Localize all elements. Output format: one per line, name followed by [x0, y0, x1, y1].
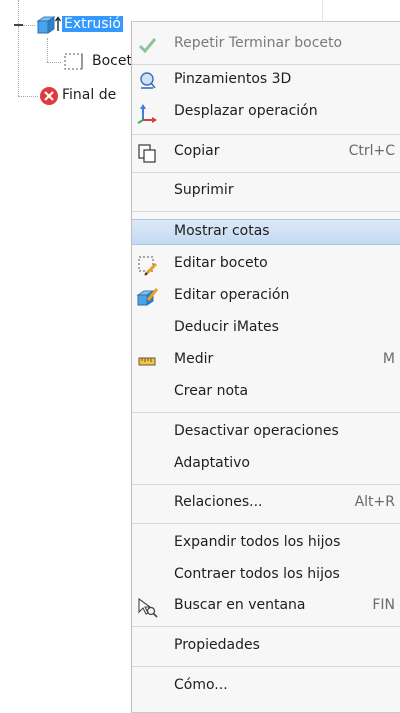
menu-item-how-to[interactable]: Cómo...	[132, 674, 400, 700]
context-menu: Repetir Terminar boceto Pinzamientos 3D …	[131, 21, 400, 713]
menu-item-create-note[interactable]: Crear nota	[132, 380, 400, 406]
checkmark-icon	[136, 34, 158, 56]
menu-item-measure[interactable]: Medir M	[132, 348, 400, 374]
tree-connector	[18, 96, 38, 97]
end-of-part-icon	[38, 85, 60, 107]
menu-item-edit-feature[interactable]: Editar operación	[132, 284, 400, 310]
menu-item-grips-3d[interactable]: Pinzamientos 3D	[132, 68, 400, 94]
edit-feature-icon	[136, 286, 159, 308]
sketch-icon	[62, 51, 86, 73]
menu-separator	[132, 484, 400, 485]
menu-item-properties[interactable]: Propiedades	[132, 634, 400, 660]
menu-item-move-feature[interactable]: Desplazar operación	[132, 100, 400, 126]
measure-icon	[136, 350, 158, 372]
menu-item-adaptive[interactable]: Adaptativo	[132, 452, 400, 478]
edit-sketch-icon	[136, 254, 158, 276]
menu-item-relations[interactable]: Relaciones... Alt+R	[132, 491, 400, 517]
menu-item-edit-sketch[interactable]: Editar boceto	[132, 252, 400, 278]
menu-item-show-dimensions[interactable]: Mostrar cotas	[132, 219, 400, 245]
tree-connector	[47, 38, 48, 62]
menu-separator	[132, 412, 400, 413]
tree-item-end-of-part[interactable]: Final de	[62, 87, 116, 103]
tree-connector	[47, 62, 61, 63]
menu-item-copy[interactable]: Copiar Ctrl+C	[132, 140, 400, 166]
menu-separator	[132, 134, 400, 135]
tree-connector	[23, 25, 35, 26]
find-in-window-icon	[136, 596, 158, 618]
tree-connector	[18, 0, 19, 24]
tree-connector	[18, 26, 19, 96]
menu-item-delete[interactable]: Suprimir	[132, 179, 400, 205]
menu-separator	[132, 64, 400, 65]
menu-separator	[132, 211, 400, 212]
copy-icon	[136, 142, 158, 164]
menu-item-find-in-window[interactable]: Buscar en ventana FIN	[132, 594, 400, 620]
grips-3d-icon	[136, 70, 158, 92]
collapse-toggle[interactable]	[14, 24, 23, 26]
menu-item-repeat-finish-sketch[interactable]: Repetir Terminar boceto	[132, 32, 400, 58]
menu-separator	[132, 172, 400, 173]
menu-item-collapse-all-children[interactable]: Contraer todos los hijos	[132, 563, 400, 589]
extrusion-icon	[35, 14, 62, 36]
menu-item-disable-features[interactable]: Desactivar operaciones	[132, 420, 400, 446]
menu-item-infer-imates[interactable]: Deducir iMates	[132, 316, 400, 342]
menu-separator	[132, 626, 400, 627]
tree-item-extrusion[interactable]: Extrusió	[62, 16, 123, 32]
menu-separator	[132, 523, 400, 524]
menu-separator	[132, 666, 400, 667]
menu-item-expand-all-children[interactable]: Expandir todos los hijos	[132, 531, 400, 557]
move-feature-icon	[136, 102, 158, 124]
